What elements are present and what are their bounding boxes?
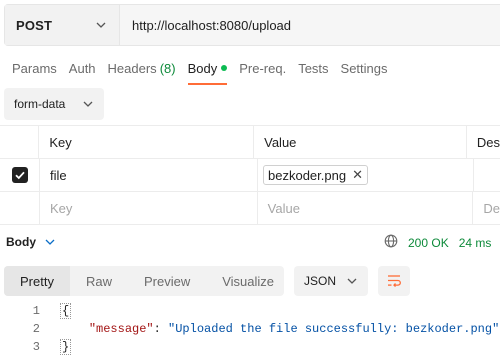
- wrap-icon: [388, 275, 401, 288]
- globe-icon[interactable]: [384, 234, 398, 251]
- value-placeholder[interactable]: Value: [258, 192, 474, 224]
- response-title: Body: [6, 235, 36, 249]
- headers-count-badge: (8): [159, 60, 176, 76]
- form-data-table: Key Value Des file bezkoder.png ✕ Key Va…: [0, 125, 500, 225]
- chevron-down-icon: [44, 236, 56, 248]
- json-key: "message": [88, 322, 154, 336]
- row-check-cell: [0, 159, 40, 191]
- line-number: 2: [32, 322, 40, 336]
- tab-visualize[interactable]: Visualize: [206, 266, 290, 296]
- header-description: Des: [476, 134, 500, 150]
- body-type-label: form-data: [14, 97, 66, 111]
- request-tabs: Params Auth Headers (8) Body Pre-req. Tes…: [0, 50, 500, 86]
- json-separator: :: [153, 322, 169, 336]
- table-row: file bezkoder.png ✕: [0, 159, 500, 192]
- tab-preview[interactable]: Preview: [128, 266, 206, 296]
- row-checkbox[interactable]: [11, 167, 28, 183]
- response-code: 1 { 2 "message": "Uploaded the file succ…: [0, 302, 500, 356]
- method-label: POST: [16, 17, 53, 33]
- header-key: Key: [39, 126, 255, 158]
- tab-tests[interactable]: Tests: [298, 50, 328, 86]
- tab-raw[interactable]: Raw: [70, 266, 128, 296]
- response-bar: Body 200 OK 24 ms: [0, 228, 500, 256]
- format-select[interactable]: JSON: [294, 266, 368, 296]
- code-text: "message": "Uploaded the file successful…: [60, 322, 499, 336]
- row-description-cell[interactable]: [474, 159, 500, 191]
- check-icon: [14, 171, 25, 180]
- close-brace: }: [60, 339, 72, 355]
- code-line: 2 "message": "Uploaded the file successf…: [0, 320, 500, 338]
- row-value-cell[interactable]: bezkoder.png ✕: [258, 159, 474, 191]
- tab-params[interactable]: Params: [12, 50, 57, 86]
- response-time[interactable]: 24 ms: [459, 236, 492, 250]
- tab-label: Settings: [340, 60, 388, 76]
- tab-pretty[interactable]: Pretty: [4, 266, 70, 296]
- tab-headers[interactable]: Headers (8): [108, 50, 176, 86]
- key-placeholder[interactable]: Key: [40, 192, 258, 224]
- code-line: 3 }: [0, 338, 500, 356]
- header-value: Value: [254, 126, 467, 158]
- code-line: 1 {: [0, 302, 500, 320]
- empty-check-cell: [0, 192, 40, 224]
- tab-label: Tests: [298, 60, 329, 76]
- format-label: JSON: [304, 274, 337, 288]
- method-select[interactable]: POST: [5, 5, 120, 45]
- chevron-down-icon: [346, 275, 358, 287]
- open-brace: {: [60, 303, 72, 319]
- status-code[interactable]: 200 OK: [408, 236, 449, 250]
- close-icon[interactable]: ✕: [352, 167, 363, 183]
- tab-label: Pre-req.: [239, 60, 287, 76]
- url-input[interactable]: [120, 5, 500, 45]
- tab-label: Auth: [68, 60, 96, 76]
- description-placeholder[interactable]: De: [473, 192, 500, 224]
- body-type-select[interactable]: form-data: [4, 88, 104, 120]
- response-view-tabs: Pretty Raw Preview Visualize: [4, 266, 284, 296]
- tab-auth[interactable]: Auth: [69, 50, 96, 86]
- response-status-area: 200 OK 24 ms: [384, 234, 491, 251]
- table-row-empty: Key Value De: [0, 192, 500, 225]
- file-chip: bezkoder.png ✕: [263, 165, 368, 185]
- line-number: 1: [32, 304, 40, 318]
- tab-label: Headers: [107, 60, 157, 76]
- code-text: {: [60, 303, 72, 319]
- tab-settings[interactable]: Settings: [341, 50, 388, 86]
- json-value: "Uploaded the file successfully: bezkode…: [168, 322, 500, 336]
- tab-label: Body: [187, 60, 218, 76]
- tab-body[interactable]: Body: [187, 50, 228, 86]
- body-indicator-dot: [221, 65, 228, 71]
- request-bar: POST: [4, 4, 500, 46]
- response-section-toggle[interactable]: Body: [6, 235, 56, 249]
- tab-label: Params: [12, 60, 57, 76]
- file-name: bezkoder.png: [268, 167, 347, 183]
- line-number: 3: [32, 340, 40, 354]
- wrap-lines-button[interactable]: [378, 266, 410, 296]
- row-key: file: [50, 167, 67, 183]
- table-header-row: Key Value Des: [0, 126, 500, 159]
- code-text: }: [60, 339, 72, 355]
- row-key-cell[interactable]: file: [40, 159, 258, 191]
- header-cell-check: [0, 126, 40, 158]
- chevron-down-icon: [82, 98, 94, 110]
- tab-pre-request[interactable]: Pre-req.: [239, 50, 286, 86]
- chevron-down-icon: [95, 19, 107, 31]
